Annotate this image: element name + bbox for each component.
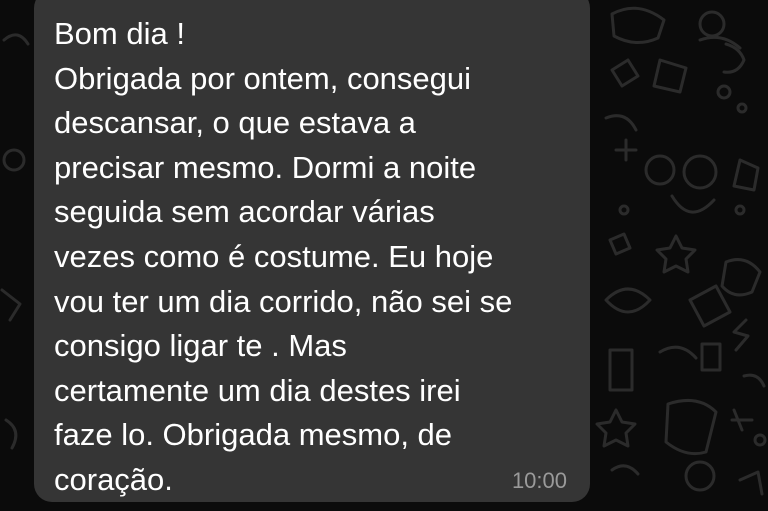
message-line: vou ter um dia corrido, não sei se (54, 283, 513, 319)
message-line: vezes como é costume. Eu hoje (54, 238, 494, 274)
message-line: consigo ligar te . Mas (54, 328, 347, 364)
message-timestamp: 10:00 (511, 468, 567, 493)
chat-background: Bom dia ! Obrigada por ontem, consegui d… (0, 0, 768, 511)
message-line: certamente um dia destes irei (54, 372, 461, 408)
message-line: Bom dia ! (54, 16, 185, 51)
message-line: descansar, o que estava a (54, 105, 416, 141)
message-line: Obrigada por ontem, consegui (54, 60, 472, 96)
incoming-message-bubble[interactable]: Bom dia ! Obrigada por ontem, consegui d… (34, 0, 590, 502)
message-line: precisar mesmo. Dormi a noite (54, 149, 477, 185)
message-line: coração. (54, 461, 173, 497)
message-line: seguida sem acordar várias (54, 194, 435, 230)
message-text: Bom dia ! Obrigada por ontem, consegui d… (54, 12, 570, 503)
message-line: faze lo. Obrigada mesmo, de (54, 417, 453, 453)
